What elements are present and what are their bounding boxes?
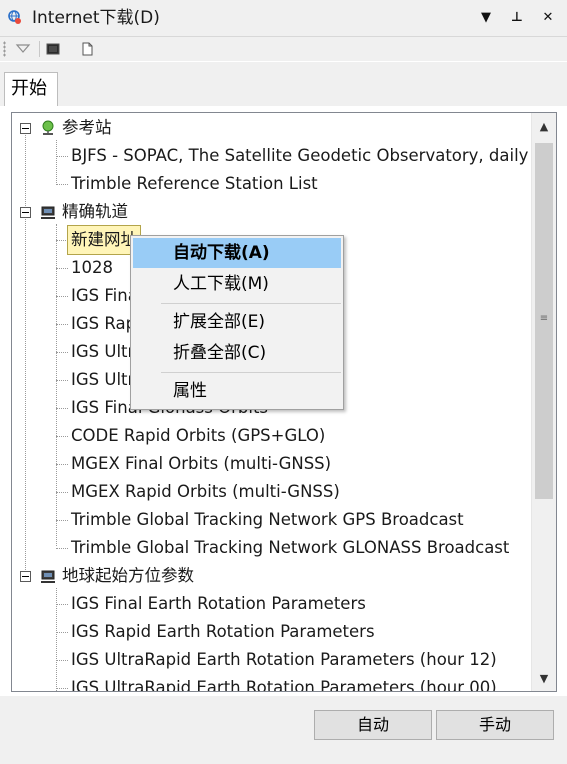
- internet-download-icon: [8, 10, 21, 24]
- tree-item[interactable]: IGS Rapid Earth Rotation Parameters: [71, 618, 375, 646]
- toolbar-separator: [39, 41, 40, 57]
- collapse-toggle[interactable]: [20, 207, 31, 218]
- menu-item-properties[interactable]: 属性: [133, 376, 341, 406]
- computer-icon: [41, 570, 55, 583]
- toolbar-grip[interactable]: [3, 41, 6, 57]
- scroll-down-icon[interactable]: ▼: [532, 667, 556, 691]
- menu-separator: [161, 372, 341, 373]
- tab-start[interactable]: 开始: [4, 72, 58, 106]
- tree-item[interactable]: IGS UltraRapid Earth Rotation Parameters…: [71, 674, 497, 691]
- tree-connector: [56, 660, 68, 661]
- menu-item-expand-all[interactable]: 扩展全部(E): [133, 307, 341, 337]
- tree-connector: [56, 492, 68, 493]
- tree-connector: [56, 296, 68, 297]
- new-file-icon[interactable]: [78, 40, 96, 58]
- tree-item[interactable]: MGEX Rapid Orbits (multi-GNSS): [71, 478, 340, 506]
- tree-connector: [56, 520, 68, 521]
- tree-item[interactable]: 1028: [71, 254, 113, 282]
- tree-connector: [56, 324, 68, 325]
- tree-connector: [56, 140, 57, 183]
- tree-item[interactable]: IGS Ultr: [71, 338, 134, 366]
- menu-item-auto-download[interactable]: 自动下载(A): [133, 238, 341, 268]
- toolbar: [0, 37, 567, 61]
- scrollbar-grip-icon: ≡: [539, 313, 549, 324]
- context-menu: 自动下载(A) 人工下载(M) 扩展全部(E) 折叠全部(C) 属性: [130, 235, 344, 410]
- tree-item[interactable]: IGS Rap: [71, 310, 136, 338]
- globe-station-icon: [42, 120, 54, 135]
- tree-connector: [56, 352, 68, 353]
- tree-root-connector: [25, 133, 26, 576]
- menu-item-collapse-all[interactable]: 折叠全部(C): [133, 338, 341, 368]
- tree-connector: [56, 224, 57, 546]
- menu-item-manual-download[interactable]: 人工下载(M): [133, 269, 341, 299]
- menu-separator: [161, 303, 341, 304]
- window-title: Internet下载(D): [32, 8, 160, 28]
- tree-connector: [56, 632, 68, 633]
- tree-connector: [56, 156, 68, 157]
- collapse-toggle[interactable]: [20, 123, 31, 134]
- tree-item[interactable]: BJFS - SOPAC, The Satellite Geodetic Obs…: [71, 142, 528, 170]
- tree-group-label[interactable]: 参考站: [62, 114, 112, 142]
- manual-button[interactable]: 手动: [436, 710, 554, 740]
- tree-item[interactable]: IGS Final Earth Rotation Parameters: [71, 590, 366, 618]
- tree-connector: [56, 548, 68, 549]
- tree-connector: [56, 240, 68, 241]
- tree-connector: [56, 184, 68, 185]
- tree-connector: [56, 380, 68, 381]
- tree-item[interactable]: Trimble Global Tracking Network GLONASS …: [71, 534, 509, 562]
- close-icon[interactable]: ✕: [538, 8, 558, 28]
- collapse-toggle[interactable]: [20, 571, 31, 582]
- tree-connector: [56, 464, 68, 465]
- title-bar: Internet下载(D) ▼ ⊥ ✕: [0, 0, 567, 37]
- tree-item[interactable]: CODE Rapid Orbits (GPS+GLO): [71, 422, 325, 450]
- scroll-up-icon[interactable]: ▲: [532, 115, 556, 139]
- tree-connector: [56, 408, 68, 409]
- console-icon[interactable]: [44, 40, 62, 58]
- tree-item[interactable]: Trimble Global Tracking Network GPS Broa…: [71, 506, 464, 534]
- tab-strip: 开始: [0, 62, 567, 106]
- tree-item[interactable]: Trimble Reference Station List: [71, 170, 318, 198]
- tree-connector: [56, 268, 68, 269]
- bottom-bar: 自动 手动: [0, 696, 567, 764]
- computer-icon: [41, 206, 55, 219]
- tree-item[interactable]: IGS Ultr: [71, 366, 134, 394]
- window-menu-dropdown-icon[interactable]: ▼: [476, 8, 496, 28]
- tree-connector: [56, 436, 68, 437]
- auto-button[interactable]: 自动: [314, 710, 432, 740]
- tree-item[interactable]: MGEX Final Orbits (multi-GNSS): [71, 450, 331, 478]
- pin-icon[interactable]: ⊥: [507, 8, 527, 28]
- filter-icon[interactable]: [14, 40, 32, 58]
- scrollbar-thumb[interactable]: ≡: [535, 143, 553, 499]
- vertical-scrollbar[interactable]: ▲ ≡ ▼: [531, 113, 556, 691]
- tree-group-label[interactable]: 地球起始方位参数: [62, 562, 194, 590]
- tree-connector: [56, 688, 68, 689]
- tree-connector: [56, 604, 68, 605]
- tree-group-label[interactable]: 精确轨道: [62, 198, 128, 226]
- tree-item[interactable]: IGS UltraRapid Earth Rotation Parameters…: [71, 646, 497, 674]
